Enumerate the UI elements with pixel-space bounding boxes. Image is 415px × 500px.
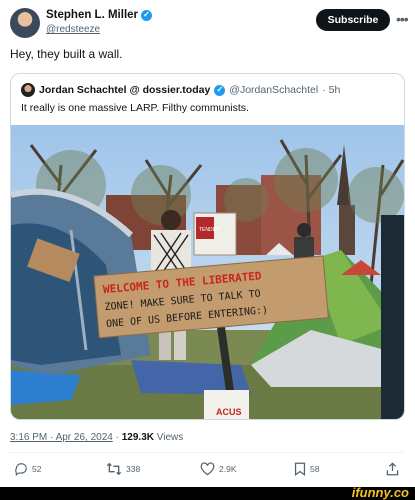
watermark-bar: ifunny.co bbox=[0, 485, 415, 500]
quoted-verified-badge-icon: ✓ bbox=[214, 84, 226, 96]
quoted-avatar[interactable] bbox=[21, 83, 35, 97]
bag-text: ACUS bbox=[216, 407, 242, 417]
tweet-meta: 3:16 PM · Apr 26, 2024 · 129.3K Views bbox=[10, 432, 183, 443]
bookmark-button[interactable]: 58 bbox=[294, 462, 319, 476]
quoted-author-name[interactable]: Jordan Schachtel @ dossier.today bbox=[39, 84, 210, 96]
share-button[interactable] bbox=[386, 462, 399, 476]
small-poster-text: TENDER bbox=[199, 227, 220, 233]
share-icon bbox=[386, 462, 399, 476]
quoted-text: It really is one massive LARP. Filthy co… bbox=[21, 102, 249, 114]
like-count: 2.9K bbox=[219, 464, 237, 474]
quoted-age: · 5h bbox=[322, 84, 341, 96]
heart-icon bbox=[200, 462, 215, 476]
subscribe-button[interactable]: Subscribe bbox=[316, 9, 390, 31]
reply-icon bbox=[15, 463, 27, 476]
avatar[interactable] bbox=[10, 8, 40, 38]
photo-scene: TENDER ACUS WELCOME TO THE LIBERATED ZON… bbox=[11, 125, 404, 419]
author-handle[interactable]: @redsteeze bbox=[46, 24, 100, 35]
quoted-header: Jordan Schachtel @ dossier.today ✓ @Jord… bbox=[21, 83, 340, 97]
divider bbox=[10, 452, 405, 453]
watermark-text: ifunny.co bbox=[351, 485, 409, 500]
repost-button[interactable]: 338 bbox=[106, 462, 140, 476]
verified-badge-icon: ✓ bbox=[141, 9, 153, 21]
tweet-header: Stephen L. Miller ✓ @redsteeze Subscribe… bbox=[10, 8, 409, 40]
quoted-author-handle[interactable]: @JordanSchachtel bbox=[229, 84, 318, 96]
ellipsis-icon[interactable]: ••• bbox=[396, 11, 409, 27]
repost-icon bbox=[106, 462, 122, 476]
repost-count: 338 bbox=[126, 464, 141, 474]
like-button[interactable]: 2.9K bbox=[200, 462, 237, 476]
author-name-row[interactable]: Stephen L. Miller ✓ bbox=[46, 9, 153, 21]
bookmark-icon bbox=[294, 462, 306, 476]
bookmark-count: 58 bbox=[310, 464, 320, 474]
quoted-tweet[interactable]: Jordan Schachtel @ dossier.today ✓ @Jord… bbox=[10, 73, 405, 420]
action-bar: 52 338 2.9K 58 bbox=[0, 462, 415, 482]
view-count: 129.3K bbox=[121, 432, 154, 443]
views-label: Views bbox=[156, 432, 184, 443]
tweet-text: Hey, they built a wall. bbox=[10, 47, 123, 61]
tweet-photo[interactable]: TENDER ACUS WELCOME TO THE LIBERATED ZON… bbox=[11, 125, 404, 419]
reply-button[interactable]: 52 bbox=[14, 462, 41, 476]
tweet-timestamp[interactable]: 3:16 PM · Apr 26, 2024 bbox=[10, 432, 113, 443]
reply-count: 52 bbox=[32, 464, 42, 474]
author-name[interactable]: Stephen L. Miller bbox=[46, 9, 138, 21]
